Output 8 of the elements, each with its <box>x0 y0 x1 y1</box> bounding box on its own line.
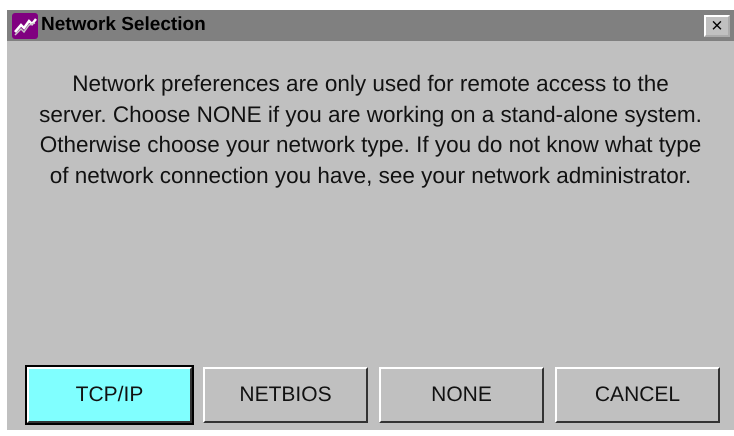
dialog-button[interactable]: NETBIOS <box>203 367 368 423</box>
message-text: Network preferences are only used for remote access to the server. Choose NONE if you are working on a stand-alone system. Otherwise choose your network type. If you do not know what type of network connection you have, see your network administrator. <box>38 70 703 190</box>
dialog-button[interactable]: TCP/IP <box>27 367 192 423</box>
window-title: Network Selection <box>41 13 206 38</box>
chart-icon <box>12 12 38 38</box>
close-button[interactable]: × <box>704 14 730 36</box>
dialog-button[interactable]: CANCEL <box>555 367 720 423</box>
dialog-button[interactable]: NONE <box>379 367 544 423</box>
